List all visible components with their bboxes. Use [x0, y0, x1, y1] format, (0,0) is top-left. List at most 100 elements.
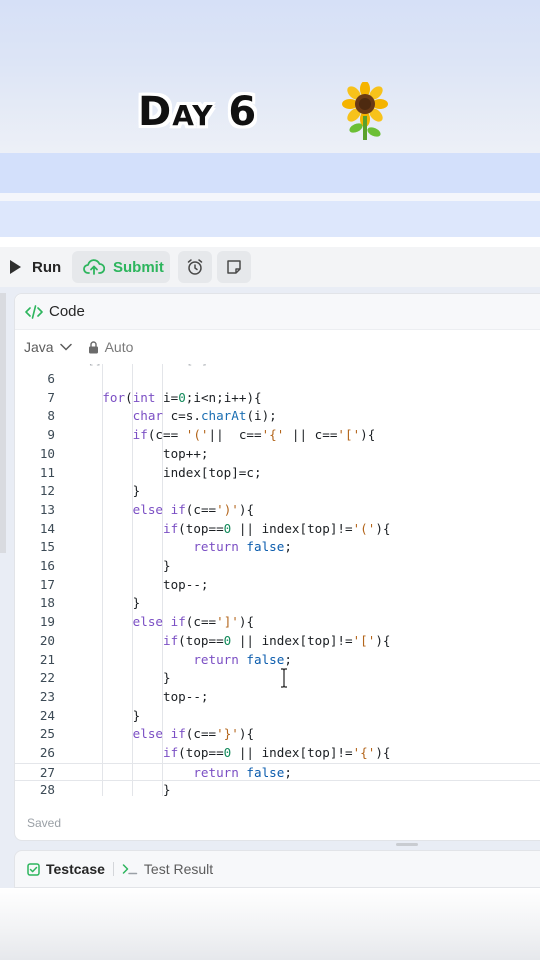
tab-testcase[interactable]: Testcase	[27, 861, 105, 877]
background-band	[0, 153, 540, 193]
code-line: 21 return false;	[15, 651, 540, 670]
sunflower-icon	[342, 82, 388, 140]
lock-icon	[88, 340, 98, 353]
code-line: 24 }	[15, 707, 540, 726]
previous-line-fragment: [] [ ]	[72, 364, 208, 367]
code-text: char c=s.charAt(i);	[132, 408, 277, 424]
background-gap	[0, 193, 540, 201]
code-text: else if(c=='}'){	[132, 726, 255, 742]
tab-test-result-label: Test Result	[143, 861, 214, 877]
line-number: 23	[39, 688, 55, 704]
line-number: 13	[39, 501, 55, 517]
line-number: 17	[39, 576, 55, 592]
panel-resize-handle[interactable]	[396, 843, 418, 846]
code-line: 18 }	[15, 594, 540, 613]
code-line: 9 if(c== '('|| c=='{' || c=='['){	[15, 426, 540, 445]
code-panel: Code Java Auto [] [ ] 6 7 for(int i=0;i<n…	[14, 293, 540, 841]
code-line: 8 char c=s.charAt(i);	[15, 407, 540, 426]
code-text: if(top==0 || index[top]!='['){	[163, 632, 391, 648]
code-text: }	[72, 782, 171, 796]
code-text: index[top]=c;	[72, 464, 262, 480]
code-text: top--;	[72, 576, 209, 592]
code-text: else if(c==']'){	[132, 614, 255, 630]
overlay-title-text: Day 6	[138, 89, 258, 135]
code-panel-header: Code	[15, 294, 540, 330]
code-line: 22 }	[15, 669, 540, 688]
code-text: for(int i=0;i<n;i++){	[102, 389, 262, 405]
code-icon	[25, 304, 43, 319]
code-line: 14 if(top==0 || index[top]!='('){	[15, 520, 540, 539]
alarm-clock-button[interactable]	[178, 251, 212, 283]
code-text: if(top==0 || index[top]!='('){	[163, 520, 391, 536]
bottom-tabs-bar: Testcase Test Result	[14, 850, 540, 888]
note-button[interactable]	[217, 251, 251, 283]
code-line: 28 }	[15, 781, 540, 796]
auto-mode-toggle[interactable]: Auto	[88, 339, 134, 355]
line-number: 19	[39, 614, 55, 630]
code-line: 15 return false;	[15, 538, 540, 557]
code-text: return false;	[193, 764, 292, 780]
line-number: 26	[39, 745, 55, 760]
auto-mode-label: Auto	[104, 339, 134, 355]
background-bottom	[0, 888, 540, 960]
run-label: Run	[32, 258, 62, 276]
code-line: 17 top--;	[15, 576, 540, 595]
line-number: 24	[39, 707, 55, 723]
line-number: 28	[39, 782, 55, 796]
tab-divider	[112, 862, 114, 876]
code-text: return false;	[193, 539, 292, 555]
line-number: 7	[47, 389, 55, 405]
line-number: 27	[39, 764, 55, 780]
line-number: 8	[47, 408, 55, 424]
code-line: 27 return false;	[15, 762, 540, 782]
line-number: 25	[39, 726, 55, 742]
cloud-upload-icon	[83, 259, 105, 275]
line-number: 12	[39, 483, 55, 499]
code-line: 6	[15, 370, 540, 389]
code-line: 20 if(top==0 || index[top]!='['){	[15, 632, 540, 651]
code-line: 19 else if(c==']'){	[15, 613, 540, 632]
chevron-down-icon	[59, 343, 72, 351]
code-text: }	[72, 707, 141, 723]
code-panel-title: Code	[49, 303, 85, 320]
code-text: }	[72, 595, 141, 611]
code-line: 25 else if(c=='}'){	[15, 725, 540, 744]
line-number: 10	[39, 445, 55, 461]
code-text: }	[72, 670, 171, 686]
left-panel-rail[interactable]	[0, 293, 6, 553]
line-number: 18	[39, 595, 55, 611]
line-number: 14	[39, 520, 55, 536]
code-editor[interactable]: [] [ ] 67 for(int i=0;i<n;i++){8 char c=…	[15, 364, 540, 796]
background-band	[0, 201, 540, 237]
background-strip	[0, 237, 540, 247]
code-text: if(c== '('|| c=='{' || c=='['){	[132, 427, 376, 443]
submit-label: Submit	[113, 258, 164, 276]
code-line: 7 for(int i=0;i<n;i++){	[15, 389, 540, 408]
tab-test-result[interactable]: Test Result	[122, 861, 213, 877]
text-cursor-icon	[281, 668, 287, 688]
submit-button[interactable]: Submit	[72, 251, 170, 283]
code-text: top--;	[72, 688, 209, 704]
code-line: 23 top--;	[15, 688, 540, 707]
code-line: 10 top++;	[15, 445, 540, 464]
terminal-icon	[122, 864, 138, 875]
run-button[interactable]: Run	[2, 252, 66, 282]
line-number: 21	[39, 651, 55, 667]
code-line: 16 }	[15, 557, 540, 576]
code-text: }	[72, 483, 141, 499]
line-number: 9	[47, 427, 55, 443]
saved-status: Saved	[27, 816, 62, 830]
code-line: 11 index[top]=c;	[15, 464, 540, 483]
code-text: return false;	[193, 651, 292, 667]
code-text: top++;	[72, 445, 209, 461]
language-select[interactable]: Java	[24, 339, 72, 355]
play-icon	[10, 260, 21, 274]
code-text: if(top==0 || index[top]!='{'){	[163, 745, 391, 760]
line-number: 11	[39, 464, 55, 480]
code-line: 13 else if(c==')'){	[15, 501, 540, 520]
tab-testcase-label: Testcase	[46, 861, 105, 877]
line-number: 6	[47, 371, 55, 386]
line-number: 15	[39, 539, 55, 555]
line-number: 20	[39, 632, 55, 648]
line-number: 22	[39, 670, 55, 686]
